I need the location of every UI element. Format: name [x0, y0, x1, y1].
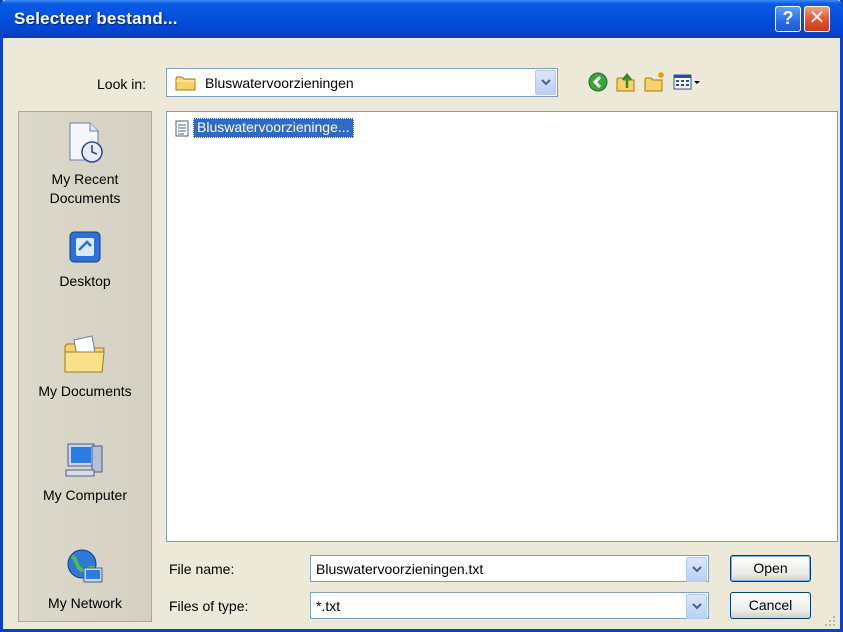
place-label: My Computer [42, 487, 128, 503]
help-button[interactable]: ? [775, 6, 801, 32]
file-type-value: *.txt [316, 598, 341, 614]
recent-documents-icon [69, 122, 103, 163]
place-desktop[interactable]: Desktop [19, 228, 151, 291]
back-icon[interactable] [586, 70, 612, 96]
cancel-button[interactable]: Cancel [730, 592, 811, 619]
look-in-dropdown[interactable]: Bluswatervoorzieningen [166, 68, 558, 97]
look-in-value: Bluswatervoorzieningen [205, 75, 354, 91]
place-label: My Network [48, 595, 122, 611]
file-name-label: Bluswatervoorzieninge... [193, 118, 354, 138]
place-label: My Recent Documents [49, 171, 121, 206]
desktop-icon [69, 231, 101, 263]
place-my-computer[interactable]: My Computer [19, 440, 151, 505]
folder-icon [175, 75, 197, 94]
chevron-down-icon[interactable] [535, 70, 556, 95]
window-title: Selecteer bestand... [14, 9, 178, 28]
place-my-recent-documents[interactable]: My Recent Documents [19, 120, 151, 208]
file-name-field[interactable]: Bluswatervoorzieningen.txt [310, 555, 709, 582]
file-open-dialog: Selecteer bestand... ? ✕ Look in: Bluswa… [0, 0, 843, 632]
close-button[interactable]: ✕ [804, 6, 830, 32]
place-label: Desktop [59, 273, 111, 289]
file-name-value: Bluswatervoorzieningen.txt [316, 561, 484, 577]
place-my-documents[interactable]: My Documents [19, 332, 151, 401]
title-bar[interactable]: Selecteer bestand... ? ✕ [0, 0, 843, 38]
place-my-network[interactable]: My Network [19, 546, 151, 613]
file-list[interactable]: Bluswatervoorzieninge... [166, 111, 838, 542]
file-type-dropdown[interactable]: *.txt [310, 592, 709, 619]
my-documents-icon [64, 335, 105, 373]
views-menu-icon[interactable] [671, 70, 707, 96]
chevron-down-icon[interactable] [686, 594, 707, 619]
place-label: My Documents [38, 383, 132, 399]
file-name-label: File name: [169, 561, 235, 577]
new-folder-icon[interactable] [643, 70, 669, 96]
chevron-down-icon[interactable] [686, 557, 707, 582]
look-in-label: Look in: [97, 76, 147, 92]
places-bar: My Recent Documents Desktop My Documents [18, 111, 152, 622]
resize-grip-icon[interactable] [824, 615, 836, 627]
my-network-icon [67, 549, 103, 583]
my-computer-icon [65, 443, 103, 477]
file-type-label: Files of type: [169, 598, 249, 614]
text-file-icon [175, 120, 189, 140]
up-folder-icon[interactable] [614, 70, 640, 96]
open-button[interactable]: Open [730, 555, 811, 582]
